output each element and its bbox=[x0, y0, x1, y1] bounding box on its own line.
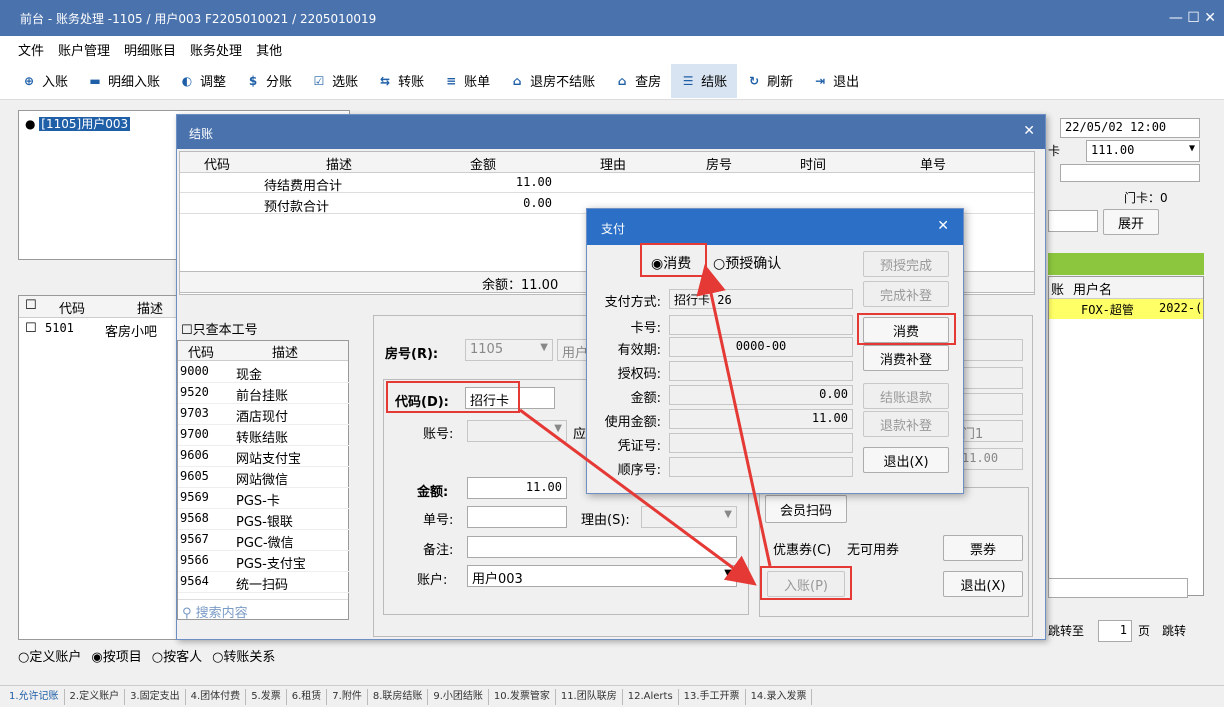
status-tab[interactable]: 10.发票管家 bbox=[489, 688, 556, 705]
status-tab[interactable]: 2.定义账户 bbox=[65, 688, 126, 705]
status-tab[interactable]: 13.手工开票 bbox=[679, 688, 746, 705]
annotation-arrows bbox=[519, 264, 772, 586]
status-tab[interactable]: 7.附件 bbox=[327, 688, 368, 705]
status-tab[interactable]: 11.团队联房 bbox=[556, 688, 623, 705]
status-tab[interactable]: 6.租赁 bbox=[287, 688, 328, 705]
status-tab[interactable]: 1.允许记账 bbox=[4, 688, 65, 705]
status-tab[interactable]: 14.录入发票 bbox=[746, 688, 813, 705]
status-tab[interactable]: 8.联房结账 bbox=[368, 688, 429, 705]
status-tab[interactable]: 3.固定支出 bbox=[125, 688, 186, 705]
status-tab[interactable]: 4.团体付费 bbox=[186, 688, 247, 705]
status-tab[interactable]: 5.发票 bbox=[246, 688, 287, 705]
status-tabs: 1.允许记账 2.定义账户 3.固定支出 4.团体付费 5.发票 6.租赁 7.附件 8.联房… bbox=[0, 685, 1224, 707]
status-tab[interactable]: 12.Alerts bbox=[623, 688, 679, 705]
status-tab[interactable]: 9.小团结账 bbox=[428, 688, 489, 705]
